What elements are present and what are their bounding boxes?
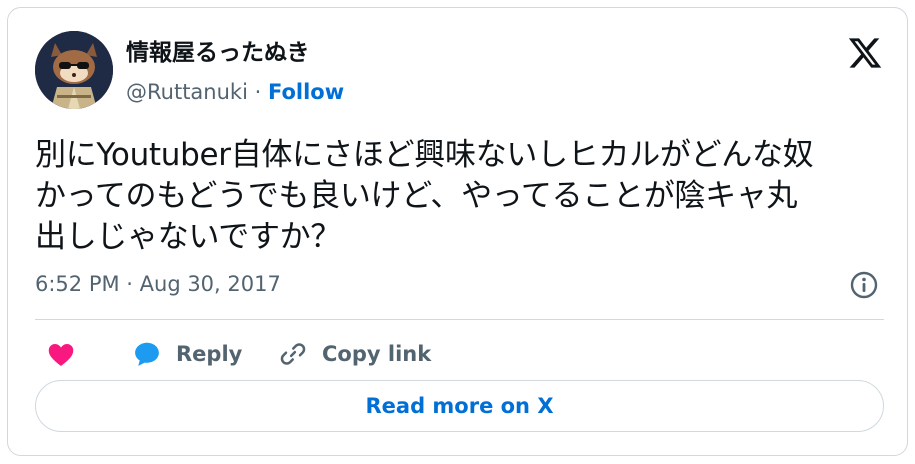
author-handle[interactable]: @Ruttanuki	[126, 80, 248, 104]
divider	[35, 319, 884, 320]
avatar[interactable]	[35, 31, 113, 109]
link-icon	[280, 343, 306, 365]
reply-label: Reply	[176, 342, 243, 366]
author-display-name[interactable]: 情報屋るったぬき	[126, 38, 310, 68]
info-icon[interactable]	[849, 270, 879, 300]
heart-icon	[48, 344, 74, 366]
tweet-text: 別にYoutuber自体にさほど興味ないしヒカルがどんな奴 かってのもどうでも良…	[35, 137, 814, 255]
follow-button[interactable]: Follow	[268, 80, 344, 104]
copy-link-button[interactable]: Copy link	[278, 336, 431, 372]
reply-button[interactable]: Reply	[132, 336, 242, 372]
like-button[interactable]	[46, 336, 76, 372]
tweet-timestamp[interactable]: 6:52 PM · Aug 30, 2017	[35, 269, 281, 299]
read-more-on-x-button[interactable]: Read more on X	[35, 380, 884, 432]
raccoon-detective-avatar-image	[35, 31, 113, 109]
read-more-label: Read more on X	[365, 394, 554, 418]
x-logo-icon[interactable]	[846, 35, 884, 71]
author-handle-row: @Ruttanuki · Follow	[126, 78, 344, 106]
speech-bubble-icon	[135, 342, 159, 366]
tweet-embed-card: 情報屋るったぬき @Ruttanuki · Follow 別にYoutuber自…	[7, 7, 908, 456]
copy-link-label: Copy link	[322, 342, 432, 366]
separator-dot: ·	[247, 80, 268, 104]
